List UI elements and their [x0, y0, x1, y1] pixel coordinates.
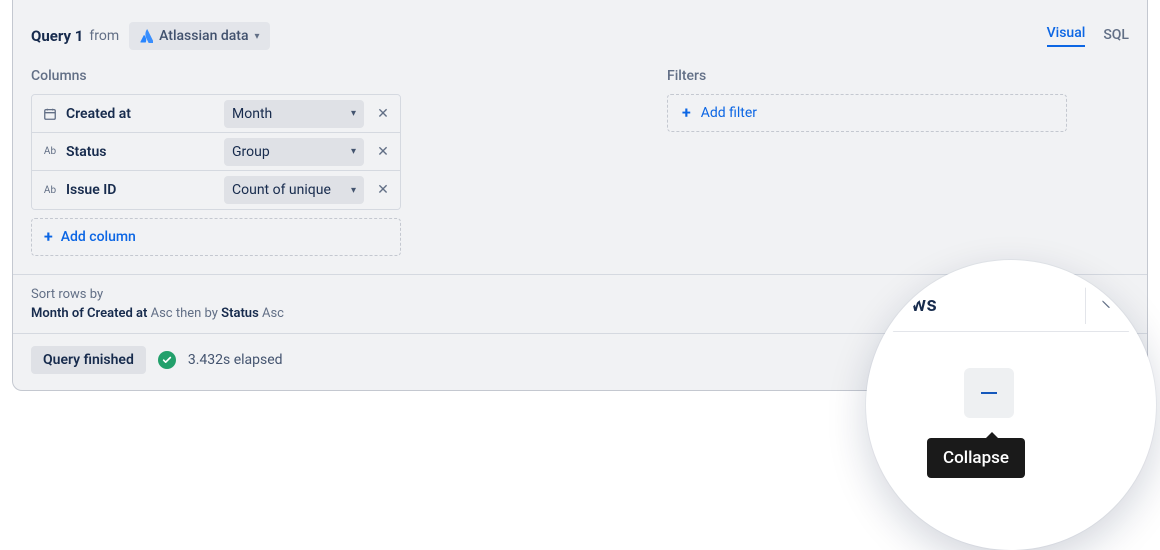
tab-visual[interactable]: Visual — [1047, 25, 1086, 47]
query-title: Query 1 — [31, 27, 83, 45]
column-row: Created at Month ▾ ✕ Issue — [32, 95, 400, 133]
filters-section: Filters + Add filter — [667, 68, 1067, 256]
chevron-down-icon: ▾ — [351, 146, 356, 157]
data-source-chip[interactable]: Atlassian data ▾ — [129, 22, 269, 50]
chevron-down-icon: ▾ — [351, 185, 356, 196]
add-column-button[interactable]: + Add column — [31, 218, 401, 256]
plus-icon: + — [682, 105, 691, 121]
rows-label: rows — [872, 292, 1085, 316]
aggregation-select[interactable]: Group ▾ — [224, 138, 364, 166]
column-row: Ab Issue ID Count of unique ▾ ✕ I — [32, 171, 400, 209]
chevron-down-icon: ▾ — [351, 108, 356, 119]
remove-column-button[interactable]: ✕ — [370, 100, 396, 128]
query-header: Query 1 from Atlassian data ▾ Visual SQL — [13, 0, 1147, 54]
column-row: Ab Status Group ▾ ✕ Issue — [32, 133, 400, 171]
query-from-label: from — [89, 28, 119, 44]
column-name: Issue ID — [66, 182, 116, 198]
column-name: Status — [66, 144, 106, 160]
column-name: Created at — [66, 106, 131, 122]
plus-icon: + — [44, 229, 53, 245]
aggregation-select[interactable]: Count of unique ▾ — [224, 176, 364, 204]
text-type-icon: Ab — [42, 182, 58, 198]
expand-chevron-button[interactable] — [1086, 293, 1132, 315]
chevron-down-icon: ▾ — [255, 31, 260, 42]
columns-section: Columns Created at Month ▾ — [31, 68, 611, 256]
magnifier-inset: rows Collapse — [866, 260, 1156, 550]
query-status-chip: Query finished — [31, 346, 146, 374]
mode-tabs: Visual SQL — [1047, 25, 1129, 47]
remove-column-button[interactable]: ✕ — [370, 138, 396, 166]
tab-sql[interactable]: SQL — [1103, 27, 1129, 47]
columns-label: Columns — [31, 68, 611, 84]
filters-label: Filters — [667, 68, 1067, 84]
remove-column-button[interactable]: ✕ — [370, 176, 396, 204]
text-type-icon: Ab — [42, 144, 58, 160]
column-rows: Created at Month ▾ ✕ Issue — [31, 94, 401, 210]
column-name-cell[interactable]: Ab Issue ID — [32, 171, 218, 209]
zoom-header: rows — [872, 276, 1150, 332]
collapse-button[interactable] — [964, 368, 1014, 418]
success-check-icon — [158, 351, 176, 369]
collapse-tooltip: Collapse — [927, 438, 1025, 478]
column-name-cell[interactable]: Ab Status — [32, 133, 218, 170]
atlassian-logo-icon — [139, 29, 153, 43]
calendar-icon — [42, 106, 58, 122]
data-source-label: Atlassian data — [159, 28, 248, 44]
add-filter-button[interactable]: + Add filter — [667, 94, 1067, 132]
column-name-cell[interactable]: Created at — [32, 95, 218, 132]
aggregation-select[interactable]: Month ▾ — [224, 100, 364, 128]
minus-icon — [981, 392, 997, 394]
elapsed-time: 3.432s elapsed — [188, 352, 283, 368]
